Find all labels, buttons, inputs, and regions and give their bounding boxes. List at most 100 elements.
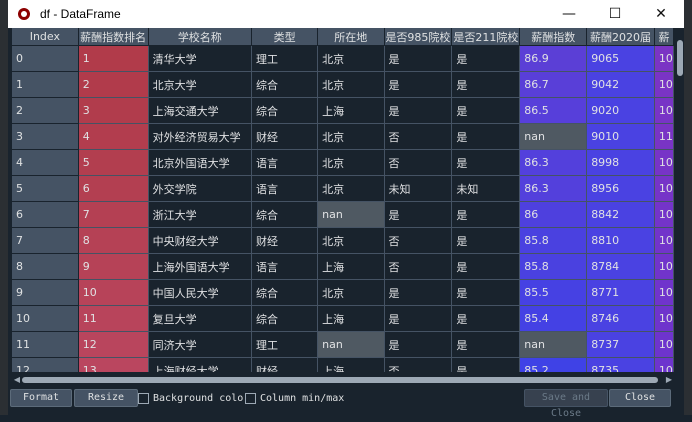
table-cell[interactable]: 北京: [317, 175, 385, 202]
table-cell[interactable]: 上海交通大学: [148, 97, 253, 124]
table-cell[interactable]: 上海: [317, 305, 385, 332]
table-cell[interactable]: 是: [384, 305, 453, 332]
table-cell[interactable]: 3: [78, 97, 149, 124]
row-index[interactable]: 1: [12, 71, 79, 98]
table-cell[interactable]: 是: [384, 279, 453, 306]
table-cell[interactable]: 综合: [251, 279, 319, 306]
table-cell[interactable]: 是: [451, 227, 521, 254]
table-cell[interactable]: 北京外国语大学: [148, 149, 253, 176]
table-cell[interactable]: 是: [451, 123, 521, 150]
table-cell[interactable]: 财经: [251, 227, 319, 254]
column-header[interactable]: 类型: [251, 28, 319, 46]
maximize-icon[interactable]: ☐: [592, 0, 638, 28]
table-cell[interactable]: 是: [384, 331, 453, 358]
table-cell[interactable]: 8746: [586, 305, 655, 332]
table-cell[interactable]: 是: [384, 201, 453, 228]
table-cell[interactable]: 语言: [251, 175, 319, 202]
table-cell[interactable]: 否: [384, 357, 453, 372]
row-index[interactable]: 4: [12, 149, 79, 176]
table-cell[interactable]: 上海: [317, 357, 385, 372]
background-color-checkbox[interactable]: Background color: [138, 389, 249, 407]
close-button[interactable]: Close: [609, 389, 671, 407]
row-index[interactable]: 0: [12, 45, 79, 72]
table-cell[interactable]: 是: [384, 71, 453, 98]
table-cell[interactable]: 北京大学: [148, 71, 253, 98]
table-cell[interactable]: 上海外国语大学: [148, 253, 253, 280]
table-cell[interactable]: 清华大学: [148, 45, 253, 72]
table-cell[interactable]: 对外经济贸易大学: [148, 123, 253, 150]
table-cell[interactable]: 85.5: [519, 279, 588, 306]
table-cell[interactable]: 是: [451, 357, 521, 372]
horizontal-scrollbar[interactable]: ◀ ▶: [12, 374, 674, 386]
table-cell[interactable]: 10: [654, 71, 674, 98]
table-cell[interactable]: 北京: [317, 71, 385, 98]
table-cell[interactable]: 8784: [586, 253, 655, 280]
table-cell[interactable]: 是: [451, 71, 521, 98]
table-cell[interactable]: 86.3: [519, 175, 588, 202]
table-cell[interactable]: 5: [78, 149, 149, 176]
table-cell[interactable]: 财经: [251, 357, 319, 372]
table-cell[interactable]: 86.3: [519, 149, 588, 176]
checkbox-box[interactable]: [138, 392, 149, 404]
column-header[interactable]: 薪: [654, 28, 674, 46]
column-header[interactable]: 薪酬指数排名: [78, 28, 149, 46]
column-minmax-checkbox[interactable]: Column min/max: [245, 389, 344, 407]
table-cell[interactable]: 6: [78, 175, 149, 202]
table-cell[interactable]: 8737: [586, 331, 655, 358]
table-cell[interactable]: 上海: [317, 253, 385, 280]
checkbox-box[interactable]: [245, 392, 256, 404]
table-cell[interactable]: 9065: [586, 45, 655, 72]
table-cell[interactable]: 8956: [586, 175, 655, 202]
table-cell[interactable]: nan: [317, 331, 385, 358]
table-cell[interactable]: 10: [654, 227, 674, 254]
table-cell[interactable]: 否: [384, 149, 453, 176]
vertical-scrollbar-thumb[interactable]: [677, 40, 683, 76]
dataframe-table-area[interactable]: Index 薪酬指数排名 学校名称 类型 所在地 是否985院校 是否211院校 薪酬指数 薪酬…: [12, 28, 674, 372]
table-cell[interactable]: 理工: [251, 331, 319, 358]
scroll-right-icon[interactable]: ▶: [664, 374, 674, 386]
table-cell[interactable]: 13: [78, 357, 149, 372]
table-cell[interactable]: 综合: [251, 305, 319, 332]
table-cell[interactable]: 85.8: [519, 227, 588, 254]
table-cell[interactable]: 综合: [251, 201, 319, 228]
row-index[interactable]: 7: [12, 227, 79, 254]
table-cell[interactable]: 是: [384, 97, 453, 124]
table-cell[interactable]: 理工: [251, 45, 319, 72]
table-cell[interactable]: 10: [654, 201, 674, 228]
table-cell[interactable]: 10: [654, 279, 674, 306]
table-cell[interactable]: 财经: [251, 123, 319, 150]
row-index[interactable]: 6: [12, 201, 79, 228]
table-cell[interactable]: 8: [78, 227, 149, 254]
row-index[interactable]: 11: [12, 331, 79, 358]
row-index[interactable]: 5: [12, 175, 79, 202]
table-cell[interactable]: 8810: [586, 227, 655, 254]
table-cell[interactable]: 中央财经大学: [148, 227, 253, 254]
table-cell[interactable]: 10: [654, 175, 674, 202]
table-cell[interactable]: 86.9: [519, 45, 588, 72]
table-cell[interactable]: 85.8: [519, 253, 588, 280]
table-cell[interactable]: 未知: [384, 175, 453, 202]
column-header[interactable]: 是否211院校: [451, 28, 521, 46]
row-index[interactable]: 3: [12, 123, 79, 150]
table-cell[interactable]: 10: [654, 97, 674, 124]
table-cell[interactable]: 是: [451, 305, 521, 332]
table-cell[interactable]: 10: [654, 45, 674, 72]
table-cell[interactable]: 1: [78, 45, 149, 72]
save-and-close-button[interactable]: Save and Close: [524, 389, 608, 419]
table-cell[interactable]: 中国人民大学: [148, 279, 253, 306]
table-cell[interactable]: 是: [451, 253, 521, 280]
table-cell[interactable]: 12: [78, 331, 149, 358]
table-cell[interactable]: 语言: [251, 253, 319, 280]
table-cell[interactable]: 11: [78, 305, 149, 332]
column-header[interactable]: 学校名称: [148, 28, 253, 46]
table-cell[interactable]: 11: [654, 123, 674, 150]
table-cell[interactable]: 是: [451, 149, 521, 176]
resize-button[interactable]: Resize: [74, 389, 138, 407]
table-cell[interactable]: 8771: [586, 279, 655, 306]
table-cell[interactable]: 86.5: [519, 97, 588, 124]
table-cell[interactable]: 10: [654, 149, 674, 176]
table-cell[interactable]: 是: [384, 45, 453, 72]
row-index[interactable]: 12: [12, 357, 79, 372]
row-index[interactable]: 10: [12, 305, 79, 332]
table-cell[interactable]: 8735: [586, 357, 655, 372]
